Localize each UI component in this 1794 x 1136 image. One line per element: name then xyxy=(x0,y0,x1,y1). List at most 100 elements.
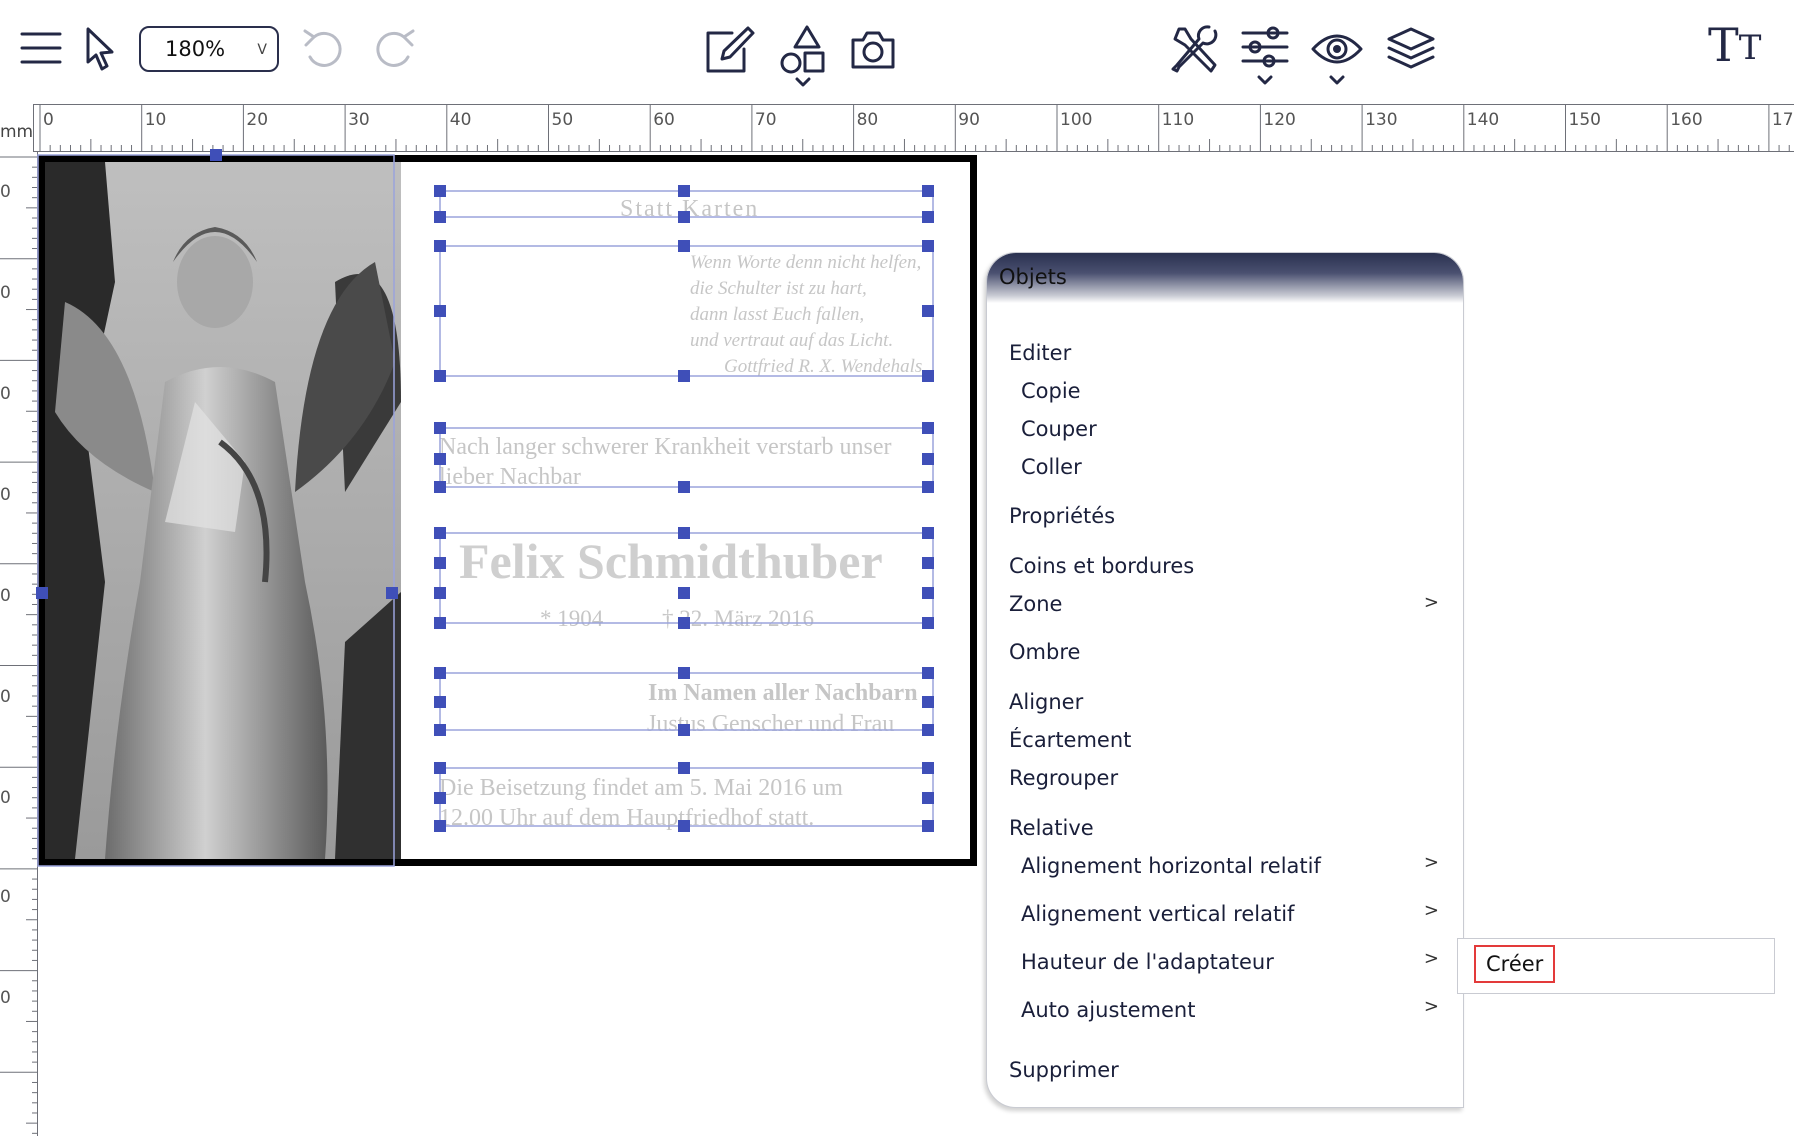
tools-icon xyxy=(1171,25,1218,73)
camera-button[interactable] xyxy=(848,28,898,72)
menu-item-couper[interactable]: Couper xyxy=(1021,417,1097,441)
ruler-label: 0 xyxy=(0,485,11,505)
funeral-line-1: Die Beisetzung findet am 5. Mai 2016 um xyxy=(439,775,843,801)
chevron-right-icon: > xyxy=(1423,592,1439,613)
ruler-label: 70 xyxy=(755,110,777,130)
undo-icon xyxy=(303,29,342,67)
edit-button[interactable] xyxy=(700,24,756,76)
menu-item-zone-label: Zone xyxy=(1009,592,1063,616)
menu-item-align-v-label: Alignement vertical relatif xyxy=(1021,902,1295,926)
angel-statue-image[interactable] xyxy=(45,162,401,859)
toolbar: 180% V T T xyxy=(0,0,1794,104)
ruler-label: 0 xyxy=(0,887,11,907)
menu-item-supprimer[interactable]: Supprimer xyxy=(1009,1058,1119,1082)
ruler-label: 30 xyxy=(348,110,370,130)
death-date: † 22. März 2016 xyxy=(662,606,815,631)
pointer-icon xyxy=(86,27,114,71)
shapes-icon xyxy=(780,25,825,87)
select-tool-button[interactable] xyxy=(82,24,118,74)
sliders-icon xyxy=(1241,26,1289,85)
ruler-label: 150 xyxy=(1569,110,1601,130)
chevron-right-icon: > xyxy=(1423,852,1439,873)
shapes-button[interactable] xyxy=(778,22,828,88)
chevron-right-icon: > xyxy=(1423,996,1439,1017)
menu-item-ombre[interactable]: Ombre xyxy=(1009,640,1080,664)
chevron-right-icon: > xyxy=(1423,948,1439,969)
menu-icon xyxy=(20,32,62,64)
undo-button[interactable] xyxy=(300,26,348,72)
ruler-label: 130 xyxy=(1365,110,1397,130)
menu-item-coller[interactable]: Coller xyxy=(1021,455,1082,479)
ruler-label: 0 xyxy=(43,110,54,130)
ruler-label: 40 xyxy=(450,110,472,130)
menu-item-copie[interactable]: Copie xyxy=(1021,379,1081,403)
context-menu-title: Objets xyxy=(987,253,1463,303)
ruler-label: 0 xyxy=(0,788,11,808)
layers-button[interactable] xyxy=(1386,26,1436,72)
intro-line-1: Nach langer schwerer Krankheit verstarb … xyxy=(439,434,892,460)
menu-item-hauteur-label: Hauteur de l'adaptateur xyxy=(1021,950,1274,974)
menu-item-proprietes[interactable]: Propriétés xyxy=(1009,504,1115,528)
redo-icon xyxy=(376,29,415,67)
text-size-icon: T xyxy=(1708,18,1739,72)
submenu-item-creer[interactable]: Créer xyxy=(1474,945,1556,983)
poem-line-3: dann lasst Euch fallen, xyxy=(690,304,865,325)
deceased-name: Felix Schmidthuber xyxy=(459,533,883,589)
ruler-label: 0 xyxy=(0,687,11,707)
menu-item-ecartement[interactable]: Écartement xyxy=(1009,728,1131,752)
context-menu: Objets Editer Copie Couper Coller Propri… xyxy=(986,252,1464,1108)
zoom-select[interactable]: 180% V xyxy=(139,26,279,72)
menu-item-hauteur-adaptateur[interactable]: Hauteur de l'adaptateur > xyxy=(1021,948,1449,974)
menu-item-zone[interactable]: Zone > xyxy=(1009,592,1449,616)
text-size-icon-small: T xyxy=(1738,28,1762,68)
ruler-label: 20 xyxy=(246,110,268,130)
signature-line-2: Justus Genscher und Frau xyxy=(647,711,895,737)
signature-line-1: Im Namen aller Nachbarn xyxy=(648,680,918,706)
intro-line-2: lieber Nachbar xyxy=(439,464,581,490)
ruler-label: 140 xyxy=(1467,110,1499,130)
ruler-label: 0 xyxy=(0,586,11,606)
chevron-right-icon: > xyxy=(1423,900,1439,921)
menu-item-align-h-label: Alignement horizontal relatif xyxy=(1021,854,1321,878)
camera-icon xyxy=(851,31,895,69)
preview-button[interactable] xyxy=(1310,26,1364,88)
ruler-label: 0 xyxy=(0,283,11,303)
obituary-card[interactable]: Statt Karten Wenn Worte denn nicht helfe… xyxy=(38,155,977,866)
menu-item-auto-ajustement[interactable]: Auto ajustement > xyxy=(1021,996,1449,1022)
layers-icon xyxy=(1387,27,1435,69)
vertical-ruler[interactable]: 0000000000 xyxy=(0,81,38,1136)
zoom-value: 180% xyxy=(165,37,226,61)
menu-button[interactable] xyxy=(18,28,64,68)
text-size-button[interactable]: T T xyxy=(1708,22,1761,68)
menu-item-regrouper[interactable]: Regrouper xyxy=(1009,766,1118,790)
menu-item-align-horizontal-relatif[interactable]: Alignement horizontal relatif > xyxy=(1021,852,1449,878)
edit-icon xyxy=(706,26,755,73)
ruler-label: 0 xyxy=(0,182,11,202)
ruler-unit: mm xyxy=(0,104,34,152)
menu-section-relative: Relative xyxy=(1009,816,1094,840)
redo-button[interactable] xyxy=(370,26,418,72)
tools-button[interactable] xyxy=(1170,24,1222,76)
ruler-label: 17 xyxy=(1772,110,1794,130)
menu-item-auto-label: Auto ajustement xyxy=(1021,998,1196,1022)
ruler-label: 60 xyxy=(653,110,675,130)
heading-statt-karten: Statt Karten xyxy=(620,196,760,222)
menu-section-editer: Editer xyxy=(1009,341,1072,365)
menu-item-coins-bordures[interactable]: Coins et bordures xyxy=(1009,554,1194,578)
poem-line-4: und vertraut auf das Licht. xyxy=(690,330,894,351)
adjust-button[interactable] xyxy=(1240,24,1290,90)
poem-line-2: die Schulter ist zu hart, xyxy=(690,278,867,299)
ruler-label: 50 xyxy=(552,110,574,130)
horizontal-ruler[interactable]: 0 10 20 30 40 50 60 70 80 90 100 110 120 130 140 150 160… xyxy=(0,104,1794,152)
eye-icon xyxy=(1311,34,1363,85)
menu-item-aligner[interactable]: Aligner xyxy=(1009,690,1083,714)
ruler-label: 120 xyxy=(1263,110,1295,130)
birth-date: * 1904 xyxy=(540,606,604,631)
ruler-label: 80 xyxy=(857,110,879,130)
ruler-label: 10 xyxy=(145,110,167,130)
funeral-line-2: 12.00 Uhr auf dem Hauptfriedhof statt. xyxy=(439,805,815,831)
ruler-label: 0 xyxy=(0,384,11,404)
poem-author: Gottfried R. X. Wendehals xyxy=(724,356,923,377)
chevron-down-icon: V xyxy=(257,42,267,58)
menu-item-align-vertical-relatif[interactable]: Alignement vertical relatif > xyxy=(1021,900,1449,926)
